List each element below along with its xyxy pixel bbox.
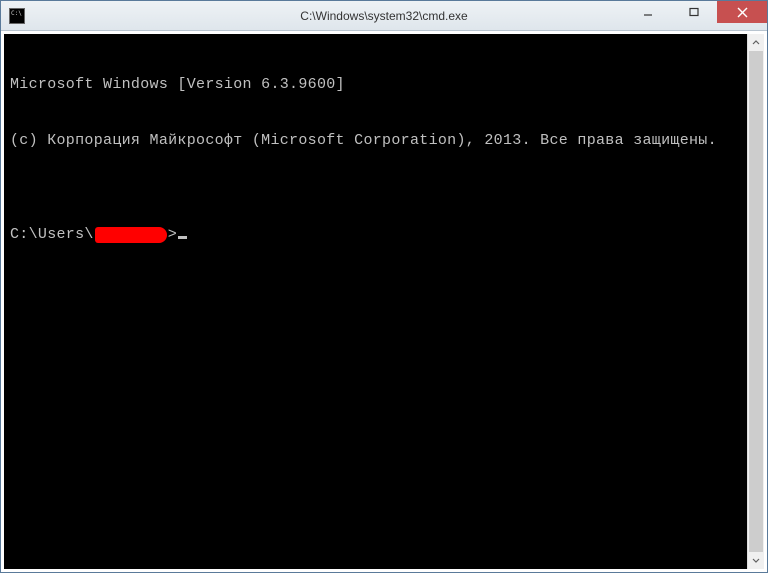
minimize-icon bbox=[643, 7, 653, 17]
console-output[interactable]: Microsoft Windows [Version 6.3.9600] (c)… bbox=[4, 34, 747, 569]
scroll-thumb[interactable] bbox=[749, 51, 763, 552]
vertical-scrollbar[interactable] bbox=[747, 34, 764, 569]
scroll-up-arrow[interactable] bbox=[748, 34, 764, 51]
close-button[interactable] bbox=[717, 1, 767, 23]
close-icon bbox=[737, 7, 748, 18]
scroll-down-arrow[interactable] bbox=[748, 552, 764, 569]
window-title: C:\Windows\system32\cmd.exe bbox=[300, 9, 467, 23]
client-area: Microsoft Windows [Version 6.3.9600] (c)… bbox=[1, 31, 767, 572]
app-icon bbox=[9, 8, 25, 24]
redacted-username bbox=[95, 227, 167, 243]
prompt-prefix: C:\Users\ bbox=[10, 226, 94, 245]
scroll-track[interactable] bbox=[748, 51, 764, 552]
minimize-button[interactable] bbox=[625, 1, 671, 23]
maximize-icon bbox=[689, 7, 699, 17]
maximize-button[interactable] bbox=[671, 1, 717, 23]
window-controls bbox=[625, 1, 767, 30]
prompt-line: C:\Users\ > bbox=[10, 226, 741, 245]
titlebar[interactable]: C:\Windows\system32\cmd.exe bbox=[1, 1, 767, 31]
copyright-line: (c) Корпорация Майкрософт (Microsoft Cor… bbox=[10, 132, 741, 151]
cursor bbox=[178, 236, 187, 239]
version-line: Microsoft Windows [Version 6.3.9600] bbox=[10, 76, 741, 95]
cmd-window: C:\Windows\system32\cmd.exe Microsoft Wi… bbox=[0, 0, 768, 573]
prompt-suffix: > bbox=[168, 226, 177, 245]
chevron-down-icon bbox=[752, 558, 760, 563]
chevron-up-icon bbox=[752, 40, 760, 45]
